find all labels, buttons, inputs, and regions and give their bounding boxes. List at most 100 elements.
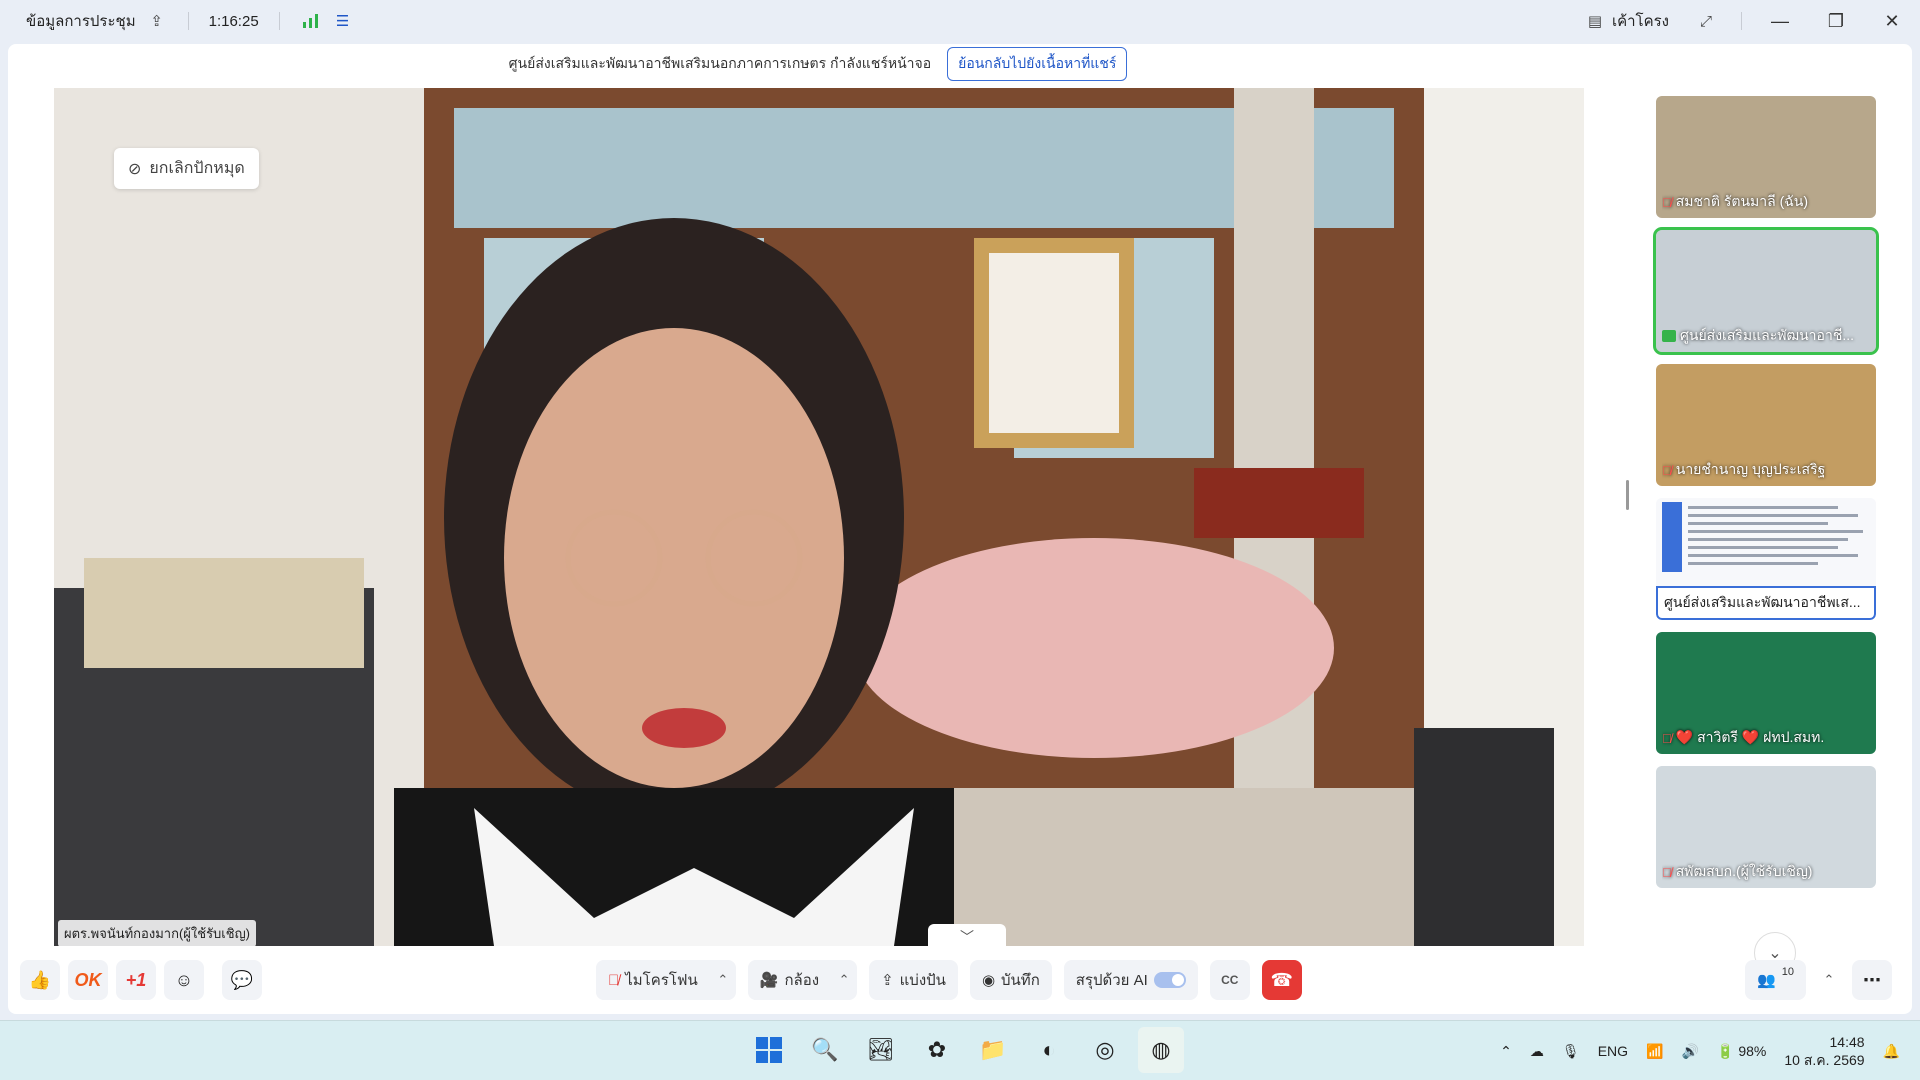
speaker-name-label: ผตร.พจนันท์กองมาก(ผู้ใช้รับเชิญ): [58, 920, 256, 947]
signal-icon[interactable]: [300, 10, 322, 32]
meeting-info-button[interactable]: ข้อมูลการประชุม: [26, 9, 136, 33]
participant-name-text: สมชาติ รัตนมาลี (ฉัน): [1675, 193, 1809, 209]
divider: [278, 12, 280, 30]
emoji-icon[interactable]: ☺: [164, 960, 204, 1000]
clock[interactable]: 14:48 10 ส.ค. 2569: [1784, 1033, 1864, 1069]
mic-muted-icon: 🎙̸: [1662, 462, 1672, 478]
taskbar-apps: 🔍 🏞 ✿ 📁 ◐ ◎ ◍: [746, 1027, 1184, 1073]
mic-control: 🎙̸ ไมโครโฟน ⌃: [596, 960, 736, 1000]
chat-icon[interactable]: 💬: [222, 960, 262, 1000]
participant-name: 🎙̸ นายชำนาญ บุญประเสริฐ: [1662, 459, 1870, 481]
layout-button[interactable]: ▤ เค้าโครง: [1572, 9, 1681, 33]
camera-options-caret[interactable]: ⌃: [831, 960, 857, 1000]
participant-tile[interactable]: 🎙̸ นายชำนาญ บุญประเสริฐ: [1656, 364, 1876, 486]
participants-options-caret[interactable]: ⌃: [1816, 960, 1842, 1000]
plus-one-reaction-button[interactable]: +1: [116, 960, 156, 1000]
participant-tile[interactable]: 🎙̸ สมชาติ รัตนมาลี (ฉัน): [1656, 96, 1876, 218]
ai-summary-toggle[interactable]: [1153, 972, 1186, 988]
mic-muted-icon: 🎙̸: [1662, 730, 1672, 746]
participant-name: 🎙̸ สมชาติ รัตนมาลี (ฉัน): [1662, 191, 1870, 213]
camera-control: 🎥 กล้อง ⌃: [747, 960, 858, 1000]
chevron-down-icon: ﹀: [960, 929, 974, 945]
close-button[interactable]: ✕: [1864, 0, 1920, 42]
microphone-icon[interactable]: 🎙: [1562, 1043, 1580, 1060]
battery-icon: 🔋: [1716, 1042, 1735, 1059]
participant-list: 🎙̸ สมชาติ รัตนมาลี (ฉัน) ศูนย์ส่งเสริมแล…: [1653, 96, 1882, 900]
right-controls: 👥 10 ⌃ ⋯: [1745, 960, 1892, 1000]
chevron-up-icon[interactable]: ⌃: [1500, 1043, 1512, 1060]
meeting-app-icon[interactable]: ◍: [1138, 1027, 1184, 1073]
speaker-video-frame: [54, 88, 1584, 946]
meeting-toolbar: 👍 OK +1 ☺ 💬 🎙̸ ไมโครโฟน ⌃ 🎥 กล้อง ⌃ ⇪ แบ…: [8, 950, 1912, 1010]
participant-tile-active[interactable]: ศูนย์ส่งเสริมและพัฒนาอาชี...: [1653, 227, 1879, 355]
participant-name: 🎙̸ สพัฒสบก.(ผู้ใช้รับเชิญ): [1662, 861, 1870, 883]
fullscreen-icon[interactable]: ⤢: [1695, 10, 1717, 32]
copilot-icon[interactable]: ✿: [914, 1027, 960, 1073]
panel-resize-handle[interactable]: [1626, 480, 1629, 510]
file-explorer-icon[interactable]: 📁: [970, 1027, 1016, 1073]
chrome-browser-icon[interactable]: ◎: [1082, 1027, 1128, 1073]
layout-icon: ▤: [1587, 13, 1603, 30]
divider: [187, 12, 189, 30]
mic-options-caret[interactable]: ⌃: [710, 960, 736, 1000]
end-call-button[interactable]: ☎: [1261, 960, 1302, 1000]
search-icon[interactable]: 🔍: [802, 1027, 848, 1073]
notification-bell-icon[interactable]: 🔔: [1883, 1043, 1900, 1060]
back-to-shared-content-button[interactable]: ย้อนกลับไปยังเนื้อหาที่แชร์: [947, 47, 1128, 81]
share-label: แบ่งปัน: [899, 972, 946, 989]
record-icon: ◉: [981, 972, 996, 989]
share-link-icon[interactable]: ⇪: [146, 10, 168, 32]
volume-icon[interactable]: 🔊: [1681, 1043, 1698, 1060]
participant-name-text: สพัฒสบก.(ผู้ใช้รับเชิญ): [1675, 863, 1813, 879]
participant-name-text: ศูนย์ส่งเสริมและพัฒนาอาชี...: [1680, 327, 1854, 343]
unpin-label: ยกเลิกปักหมุด: [149, 160, 245, 177]
hang-up-icon: ☎: [1270, 969, 1294, 990]
record-label: บันทึก: [1001, 972, 1040, 989]
battery-indicator[interactable]: 🔋 98%: [1717, 1043, 1766, 1060]
widgets-icon[interactable]: 🏞: [858, 1027, 904, 1073]
participant-tile[interactable]: 🎙̸ ❤️ สาวิตรี ❤️ ฝทป.สมท.: [1656, 632, 1876, 754]
reactions-group: 👍 OK +1 ☺ 💬: [20, 960, 262, 1000]
ai-summary-button[interactable]: สรุปด้วย AI: [1063, 960, 1198, 1000]
windows-start-icon[interactable]: [746, 1027, 792, 1073]
system-tray: ⌃ ☁ 🎙 ENG 📶 🔊 🔋 98% 14:48 10 ส.ค. 2569 🔔: [1500, 1021, 1900, 1080]
restore-button[interactable]: ❐: [1808, 0, 1864, 42]
main-video[interactable]: ⊘ ยกเลิกปักหมุด: [54, 88, 1584, 946]
participant-name: 🎙̸ ❤️ สาวิตรี ❤️ ฝทป.สมท.: [1662, 727, 1870, 749]
mic-button[interactable]: 🎙̸ ไมโครโฟน: [596, 960, 710, 1000]
wifi-icon[interactable]: 📶: [1646, 1043, 1663, 1060]
thumbs-up-icon[interactable]: 👍: [20, 960, 60, 1000]
layout-label: เค้าโครง: [1611, 13, 1669, 30]
participant-name-text: ศูนย์ส่งเสริมและพัฒนาอาชีพเส...: [1664, 594, 1861, 610]
record-button[interactable]: ◉ บันทึก: [969, 960, 1052, 1000]
meeting-timer: 1:16:25: [208, 12, 259, 30]
participant-name-text: ❤️ สาวิตรี ❤️ ฝทป.สมท.: [1675, 729, 1825, 745]
ai-summary-label: สรุปด้วย AI: [1075, 972, 1148, 989]
ok-reaction-button[interactable]: OK: [68, 960, 108, 1000]
share-button[interactable]: ⇪ แบ่งปัน: [869, 960, 958, 1000]
mic-muted-icon: 🎙̸: [1662, 864, 1672, 880]
clock-time: 14:48: [1829, 1034, 1865, 1050]
unpin-button[interactable]: ⊘ ยกเลิกปักหมุด: [114, 148, 259, 189]
controls-group: 🎙̸ ไมโครโฟน ⌃ 🎥 กล้อง ⌃ ⇪ แบ่งปัน ◉ บันท…: [596, 960, 1302, 1000]
list-icon[interactable]: ☰: [332, 10, 354, 32]
edge-browser-icon[interactable]: ◐: [1026, 1027, 1072, 1073]
camera-label: กล้อง: [784, 972, 820, 989]
participant-tile[interactable]: 🎙̸ สพัฒสบก.(ผู้ใช้รับเชิญ): [1656, 766, 1876, 888]
participant-count: 10: [1781, 966, 1794, 978]
more-options-icon[interactable]: ⋯: [1852, 960, 1892, 1000]
screen-share-icon: [1662, 330, 1676, 342]
collapse-toolbar-button[interactable]: ﹀: [928, 924, 1006, 950]
closed-caption-button[interactable]: CC: [1209, 960, 1250, 1000]
participant-name: ศูนย์ส่งเสริมและพัฒนาอาชี...: [1662, 325, 1870, 347]
share-notice-bar: ศูนย์ส่งเสริมและพัฒนาอาชีพเสริมนอกภาคการ…: [8, 44, 1628, 84]
language-indicator[interactable]: ENG: [1598, 1043, 1628, 1059]
minimize-button[interactable]: —: [1752, 0, 1808, 42]
onedrive-icon[interactable]: ☁: [1530, 1043, 1544, 1060]
participant-tile-document[interactable]: ศูนย์ส่งเสริมและพัฒนาอาชีพเส...: [1656, 498, 1876, 620]
battery-level: 98%: [1738, 1043, 1767, 1059]
divider: [1741, 12, 1742, 30]
participants-button[interactable]: 👥 10: [1745, 960, 1806, 1000]
unpin-icon: ⊘: [128, 160, 142, 178]
camera-button[interactable]: 🎥 กล้อง: [747, 960, 832, 1000]
